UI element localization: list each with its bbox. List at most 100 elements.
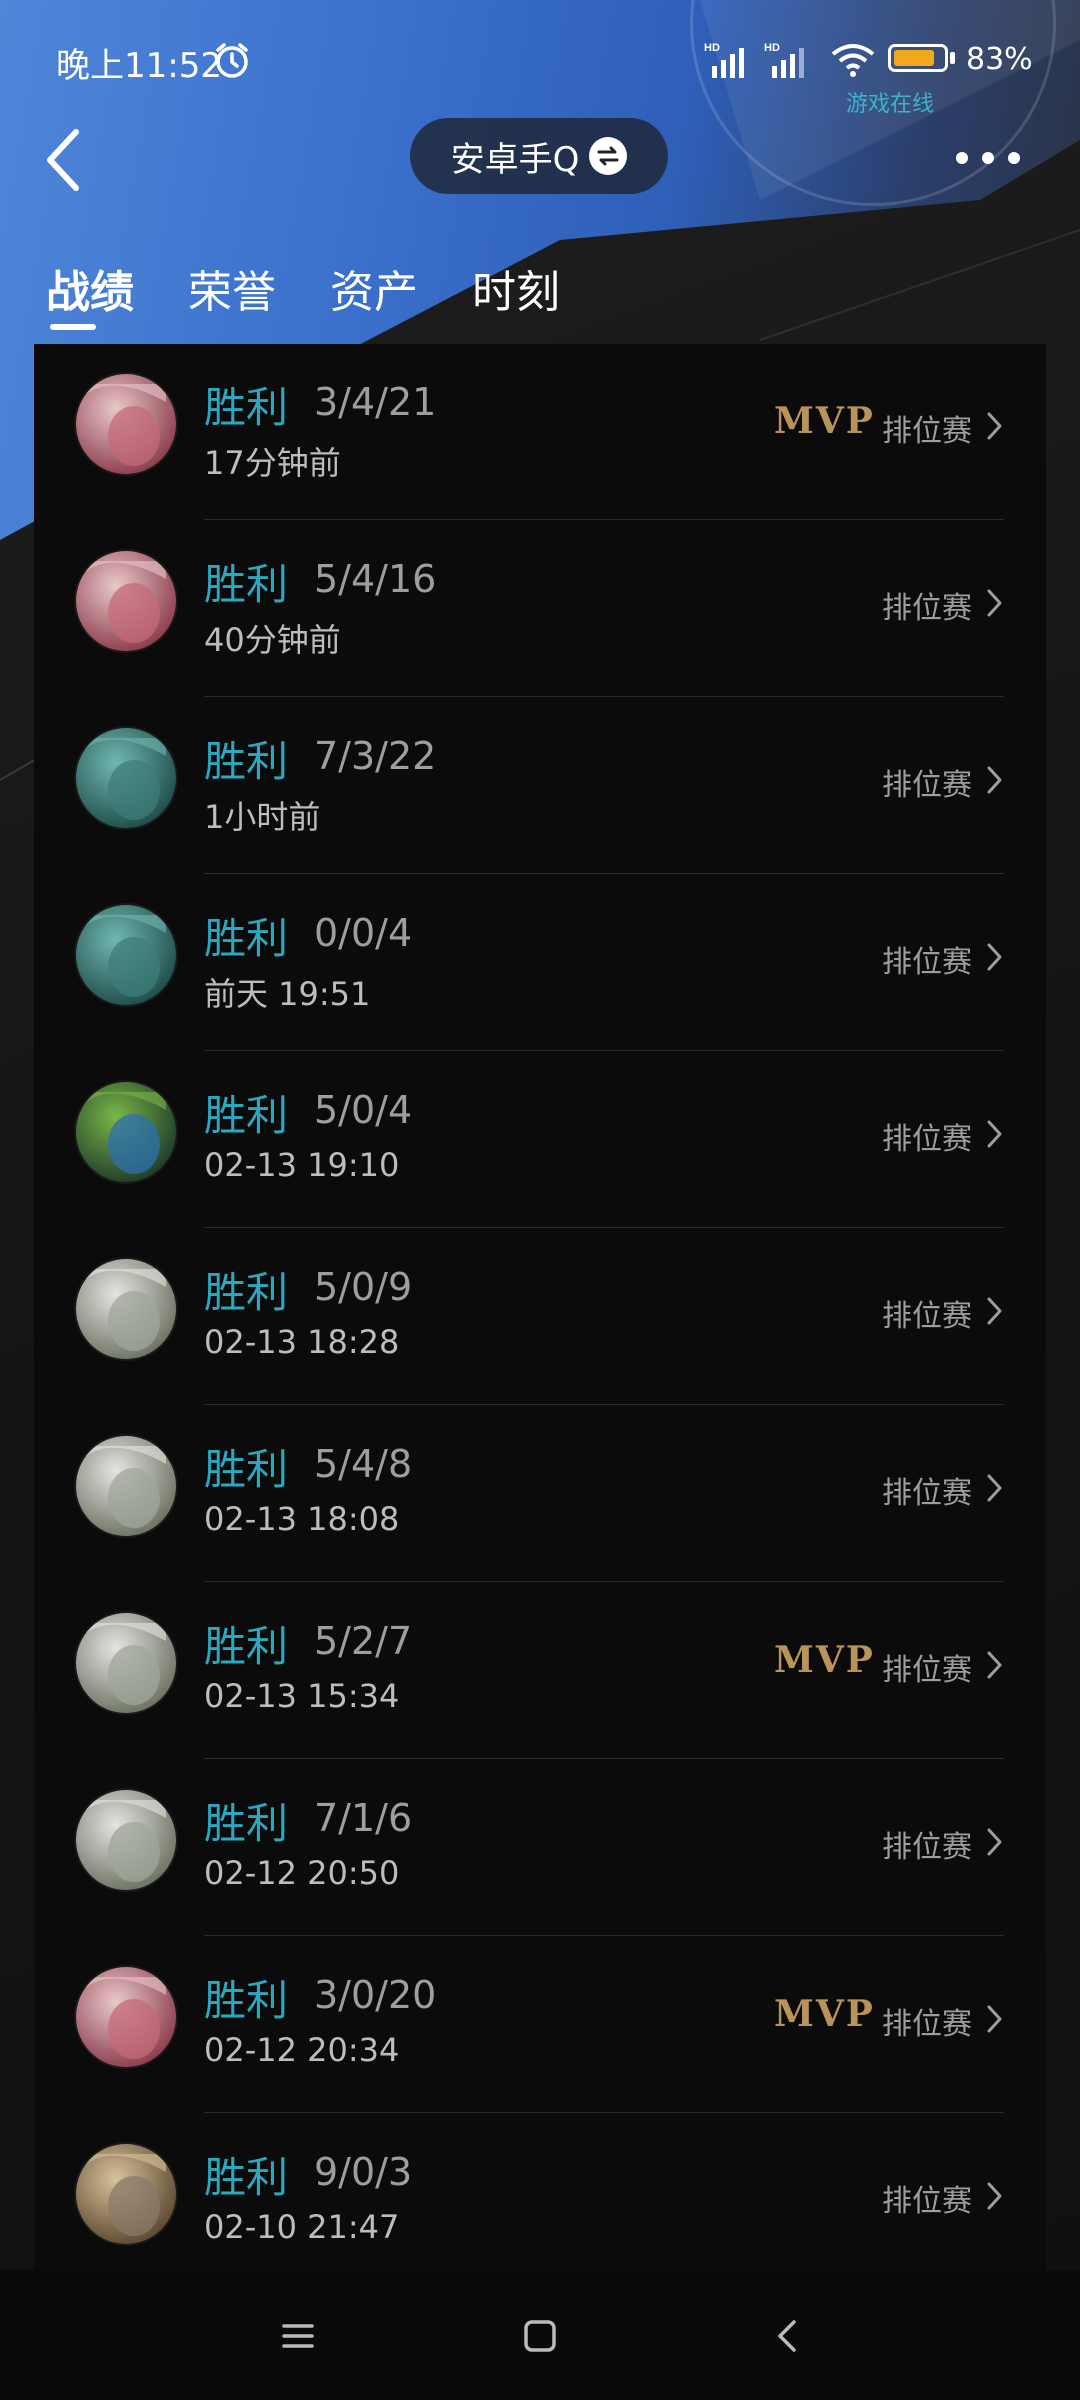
battery-cap [950,52,955,64]
tab-moments[interactable]: 时刻 [472,256,560,336]
match-list: 胜利 3/4/21 17分钟前 MVP 排位赛 胜利 5/4/16 40分钟前 排位赛 胜利 7/3… [34,344,1046,2270]
match-row[interactable]: 胜利 3/0/20 02-12 20:34 MVP 排位赛 [34,1937,1046,2113]
row-divider [204,1581,1004,1582]
match-time: 02-13 18:28 [204,1323,400,1361]
page-title: 安卓手Q [450,139,580,180]
match-mode: 排位赛 [882,2007,972,2042]
match-kda: 5/4/8 [314,1442,413,1486]
row-divider [204,2112,1004,2113]
match-mode: 排位赛 [882,1653,972,1688]
chevron-right-icon [987,1651,1002,1679]
match-result: 胜利 [204,737,289,786]
match-kda: 3/4/21 [314,380,437,424]
match-kda: 3/0/20 [314,1973,437,2017]
hero-avatar [76,1082,176,1182]
chevron-right-icon [987,412,1002,440]
chevron-right-icon [987,2005,1002,2033]
match-row[interactable]: 胜利 5/2/7 02-13 15:34 MVP 排位赛 [34,1583,1046,1759]
wifi-icon [831,44,875,77]
hero-avatar [76,374,176,474]
home-icon[interactable] [518,2314,562,2358]
match-row[interactable]: 胜利 3/4/21 17分钟前 MVP 排位赛 [34,344,1046,520]
match-mode: 排位赛 [882,2184,972,2219]
hero-avatar [76,2144,176,2244]
svg-text:HD: HD [704,42,720,54]
status-time: 晚上11:52 [56,46,222,86]
chevron-right-icon [987,943,1002,971]
tab-label: 资产 [330,267,418,318]
match-mode: 排位赛 [882,591,972,626]
match-time: 02-13 18:08 [204,1500,400,1538]
row-divider [204,1227,1004,1228]
back-icon[interactable] [766,2314,810,2358]
account-switcher[interactable]: 安卓手Q [410,118,668,194]
mvp-badge: MVP [774,400,875,442]
system-nav-bar [0,2270,1080,2400]
match-row[interactable]: 胜利 5/0/4 02-13 19:10 排位赛 [34,1052,1046,1228]
switch-icon [589,137,628,175]
match-row[interactable]: 胜利 9/0/3 02-10 21:47 排位赛 [34,2114,1046,2270]
hero-avatar [76,728,176,828]
tab-record[interactable]: 战绩 [46,256,134,336]
match-result: 胜利 [204,560,289,609]
match-kda: 9/0/3 [314,2150,413,2194]
mvp-badge: MVP [774,1993,875,2035]
match-kda: 0/0/4 [314,911,413,955]
match-mode: 排位赛 [882,1476,972,1511]
signal-2-icon: HD [764,42,804,78]
row-divider [204,696,1004,697]
more-options-button[interactable] [956,140,1020,176]
signal-1-icon: HD [704,42,744,78]
more-dot [982,152,994,164]
match-result: 胜利 [204,1091,289,1140]
match-mode: 排位赛 [882,768,972,803]
more-dot [1008,152,1020,164]
more-dot [956,152,968,164]
tab-active-indicator [50,324,96,330]
match-row[interactable]: 胜利 7/3/22 1小时前 排位赛 [34,698,1046,874]
match-time: 前天 19:51 [204,975,371,1013]
tab-honor[interactable]: 荣誉 [188,256,276,336]
tab-label: 时刻 [472,267,560,318]
match-mode: 排位赛 [882,1830,972,1865]
match-result: 胜利 [204,1268,289,1317]
match-result: 胜利 [204,1445,289,1494]
battery-percent: 83% [966,42,1033,77]
battery-icon [888,44,948,72]
match-row[interactable]: 胜利 0/0/4 前天 19:51 排位赛 [34,875,1046,1051]
match-kda: 5/0/4 [314,1088,413,1132]
match-row[interactable]: 胜利 5/4/8 02-13 18:08 排位赛 [34,1406,1046,1582]
alarm-icon [216,43,248,78]
match-time: 1小时前 [204,798,321,836]
match-result: 胜利 [204,1976,289,2025]
hero-avatar [76,551,176,651]
hero-avatar [76,1967,176,2067]
row-divider [204,1935,1004,1936]
match-row[interactable]: 胜利 7/1/6 02-12 20:50 排位赛 [34,1760,1046,1936]
row-divider [204,1758,1004,1759]
row-divider [204,1404,1004,1405]
match-kda: 5/0/9 [314,1265,413,1309]
row-divider [204,873,1004,874]
tab-label: 战绩 [46,267,134,318]
match-row[interactable]: 胜利 5/0/9 02-13 18:28 排位赛 [34,1229,1046,1405]
back-button[interactable] [36,122,100,198]
tab-label: 荣誉 [188,267,276,318]
hero-avatar [76,1259,176,1359]
row-divider [204,519,1004,520]
match-result: 胜利 [204,1622,289,1671]
hero-avatar [76,905,176,1005]
svg-text:HD: HD [764,42,780,54]
match-mode: 排位赛 [882,1299,972,1334]
tab-assets[interactable]: 资产 [330,256,418,336]
chevron-right-icon [987,766,1002,794]
match-kda: 5/4/16 [314,557,437,601]
mvp-badge: MVP [774,1639,875,1681]
match-result: 胜利 [204,2153,289,2202]
status-bar: 晚上11:52 HD HD 83% 游戏在线 [0,0,1080,120]
match-result: 胜利 [204,1799,289,1848]
hero-avatar [76,1436,176,1536]
match-row[interactable]: 胜利 5/4/16 40分钟前 排位赛 [34,521,1046,697]
match-kda: 5/2/7 [314,1619,413,1663]
menu-icon[interactable] [276,2314,320,2358]
